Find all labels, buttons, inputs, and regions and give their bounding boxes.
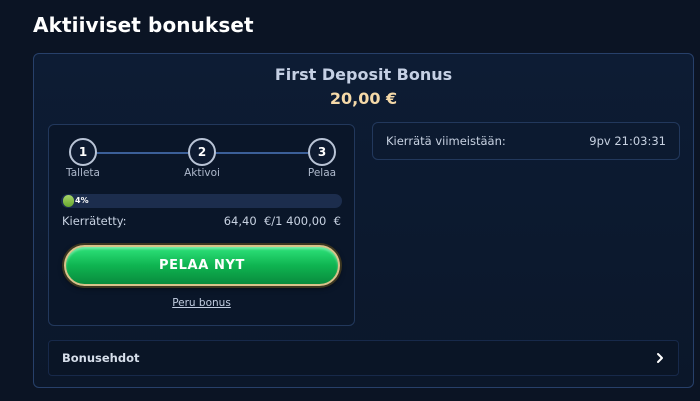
- wager-label: Kierrätetty:: [62, 214, 127, 228]
- wager-progress-percent: 4%: [75, 196, 89, 205]
- wager-value: 64,40 €/1 400,00 €: [223, 214, 341, 228]
- play-now-button[interactable]: PELAA NYT: [64, 245, 340, 286]
- step-number: 2: [188, 138, 216, 166]
- step-number: 3: [308, 138, 336, 166]
- step-deposit: 1 Talleta: [53, 138, 113, 179]
- page-title: Aktiiviset bonukset: [33, 13, 254, 37]
- bonus-terms-label: Bonusehdot: [62, 351, 140, 365]
- step-label: Aktivoi: [184, 167, 220, 179]
- wager-progress-fill: [63, 195, 75, 207]
- step-label: Pelaa: [307, 167, 337, 179]
- step-label: Talleta: [66, 167, 100, 179]
- expiry-countdown: 9pv 21:03:31: [589, 134, 666, 148]
- bonus-name: First Deposit Bonus: [274, 65, 453, 84]
- chevron-right-icon: [657, 353, 663, 363]
- wager-progress-bar: 4%: [61, 194, 342, 208]
- step-play: 3 Pelaa: [292, 138, 352, 179]
- cancel-bonus-link[interactable]: Peru bonus: [172, 297, 231, 309]
- bonus-amount: 20,00 €: [329, 89, 398, 108]
- bonus-panel: First Deposit Bonus 20,00 € 1 Talleta 2 …: [33, 53, 694, 388]
- expiry-card: Kierrätä viimeistään: 9pv 21:03:31: [372, 122, 680, 160]
- bonus-terms-toggle[interactable]: Bonusehdot: [48, 340, 679, 376]
- expiry-label: Kierrätä viimeistään:: [386, 134, 506, 148]
- step-number: 1: [69, 138, 97, 166]
- bonus-steps-card: 1 Talleta 2 Aktivoi 3 Pelaa 4% Kierrätet…: [48, 124, 355, 326]
- step-activate: 2 Aktivoi: [172, 138, 232, 179]
